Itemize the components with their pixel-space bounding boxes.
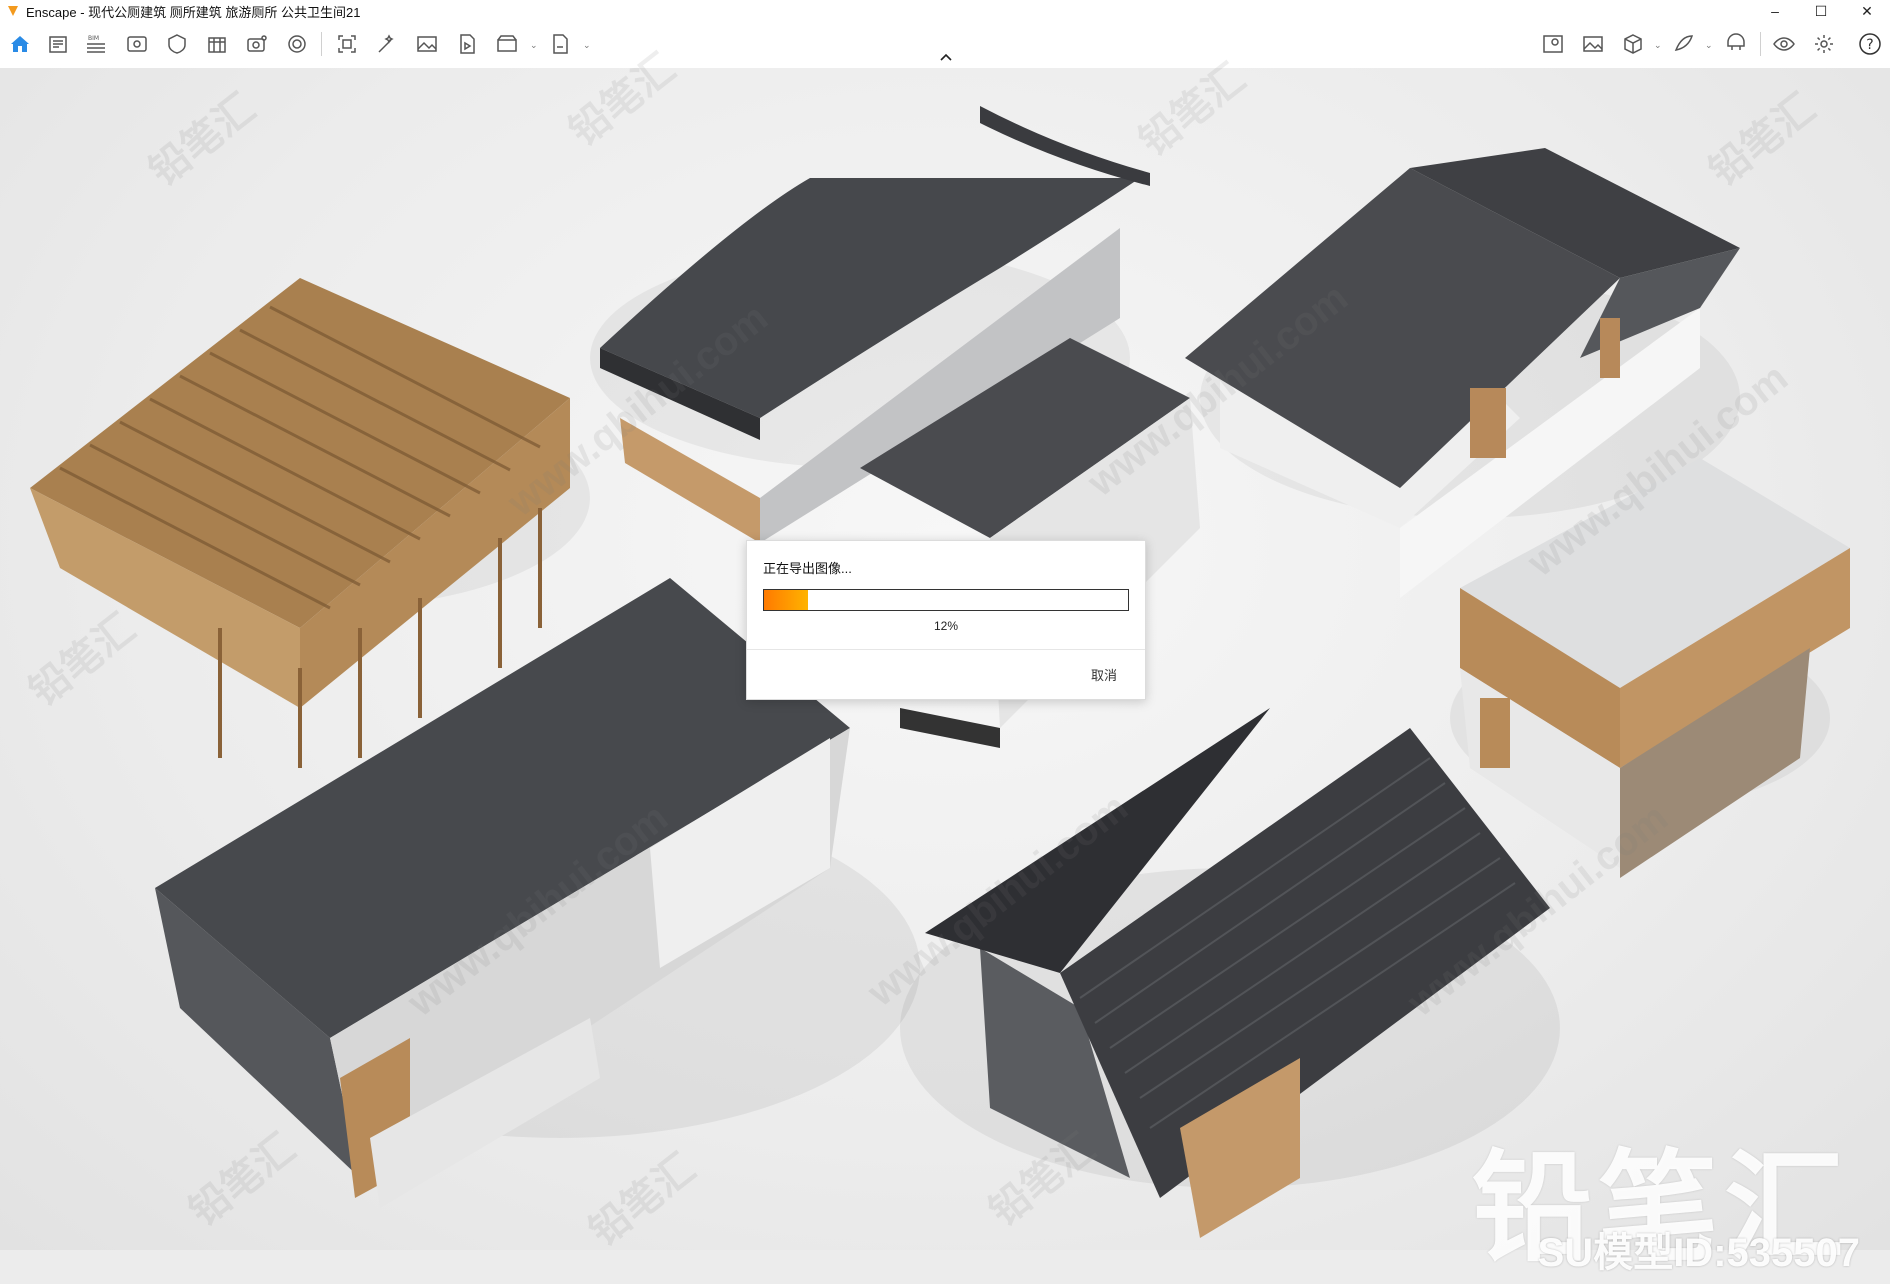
vr-icon (1674, 35, 1694, 52)
capture-button[interactable] (243, 30, 271, 58)
settings-button[interactable] (1810, 30, 1838, 58)
eye-button[interactable] (1770, 30, 1798, 58)
settings-icon (1815, 35, 1833, 53)
close-icon: ✕ (1861, 2, 1873, 19)
video-icon (460, 34, 475, 54)
screenshot-icon (338, 35, 356, 53)
chevron-up-icon (940, 53, 952, 61)
gallery-icon (1583, 36, 1603, 52)
export-button[interactable] (546, 30, 574, 58)
views-button[interactable] (44, 30, 72, 58)
headset-button[interactable] (1722, 30, 1750, 58)
export-icon (553, 34, 568, 54)
eye-icon (1773, 37, 1795, 51)
atmosphere-icon (288, 35, 306, 53)
panorama-dropdown-chevron-icon[interactable]: ⌄ (530, 40, 538, 51)
svg-text:?: ? (1866, 37, 1873, 53)
svg-text:BIM: BIM (88, 35, 99, 42)
tiled-roof-building (925, 708, 1550, 1238)
help-icon: ? (1859, 33, 1881, 55)
panorama-icon (497, 35, 517, 52)
map-button[interactable] (1539, 30, 1567, 58)
asset-library-button[interactable] (163, 30, 191, 58)
maximize-icon: ☐ (1814, 2, 1828, 19)
visibility-button[interactable] (123, 30, 151, 58)
batch-render-button[interactable] (373, 30, 401, 58)
image-icon (417, 36, 437, 52)
material-button[interactable] (203, 30, 231, 58)
window-title: Enscape - 现代公厕建筑 厕所建筑 旅游厕所 公共卫生间21 (26, 4, 361, 20)
minimize-icon: – (1771, 3, 1779, 19)
cube-icon (1624, 34, 1642, 54)
map-icon (1543, 35, 1563, 53)
maximize-button[interactable]: ☐ (1798, 0, 1844, 22)
asset-library-icon (168, 34, 186, 54)
export-progress-dialog: 正在导出图像... 12% 取消 (746, 540, 1146, 700)
home-icon (11, 36, 29, 52)
capture-icon (247, 35, 267, 52)
image-button[interactable] (413, 30, 441, 58)
cube-button[interactable] (1619, 30, 1647, 58)
dialog-title: 正在导出图像... (763, 561, 852, 576)
progress-percent-label: 12% (933, 619, 959, 633)
close-button[interactable]: ✕ (1844, 0, 1890, 22)
export-dropdown-chevron-icon[interactable]: ⌄ (583, 40, 591, 51)
stone-wall-building (1460, 458, 1850, 878)
export-progress-bar (763, 589, 1129, 611)
view-icon (127, 36, 147, 52)
vr-dropdown-chevron-icon[interactable]: ⌄ (1705, 40, 1713, 51)
panorama-button[interactable] (493, 30, 521, 58)
dialog-divider (747, 649, 1145, 650)
cube-dropdown-chevron-icon[interactable]: ⌄ (1654, 40, 1662, 51)
help-button[interactable]: ? (1856, 30, 1884, 58)
minimize-button[interactable]: – (1752, 0, 1798, 22)
video-button[interactable] (453, 30, 481, 58)
model-id-watermark: SU模型ID:535507 (1537, 1231, 1860, 1275)
batch-render-icon (378, 34, 394, 53)
progress-fill (764, 590, 808, 610)
headset-icon (1727, 33, 1745, 50)
cancel-button[interactable]: 取消 (1091, 665, 1117, 684)
home-button[interactable] (6, 30, 34, 58)
material-icon (208, 37, 226, 53)
gallery-button[interactable] (1579, 30, 1607, 58)
title-bar: Enscape - 现代公厕建筑 厕所建筑 旅游厕所 公共卫生间21 – ☐ ✕ (0, 0, 1890, 22)
bim-button[interactable]: BIM (82, 30, 110, 58)
collapse-toolbar-button[interactable] (937, 50, 955, 64)
screenshot-button[interactable] (333, 30, 361, 58)
enscape-logo-icon (8, 6, 18, 16)
vr-button[interactable] (1670, 30, 1698, 58)
bim-icon: BIM (87, 35, 105, 53)
document-icon (49, 36, 67, 53)
atmosphere-button[interactable] (283, 30, 311, 58)
